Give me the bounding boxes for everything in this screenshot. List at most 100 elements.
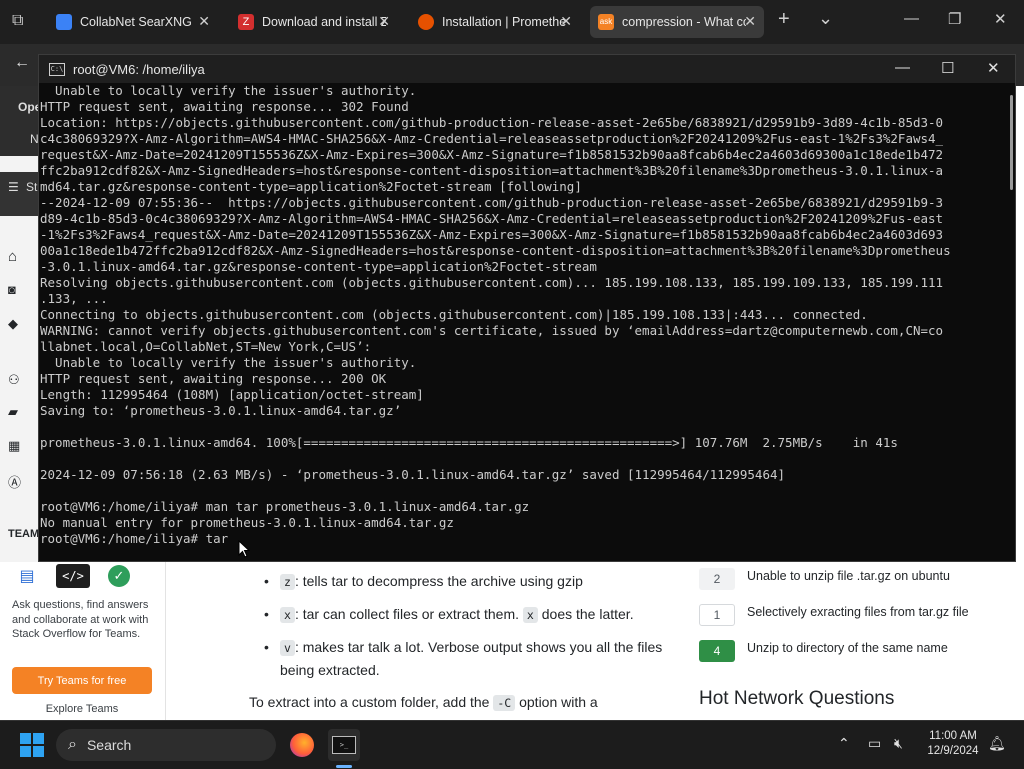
maximize-icon[interactable]: ☐	[941, 59, 954, 77]
terminal-icon: C:\	[49, 62, 65, 76]
related-item[interactable]: 4 Unzip to directory of the same name	[699, 640, 999, 676]
users-icon[interactable]: ⚇	[8, 372, 20, 388]
terminal-line: Saving to: ‘prometheus-3.0.1.linux-amd64…	[40, 403, 402, 418]
network-icon[interactable]: ▭	[868, 735, 881, 752]
hamburger-icon[interactable]: ☰	[8, 180, 19, 194]
windows-start-icon[interactable]	[20, 733, 44, 757]
prometheus-favicon-icon	[418, 14, 434, 30]
terminal-line: Resolving objects.githubusercontent.com …	[40, 275, 944, 290]
bullet-text: : tar can collect files or extract them.	[294, 606, 520, 622]
related-item[interactable]: 2 Unable to unzip file .tar.gz on ubuntu	[699, 568, 999, 604]
bullet-text: : tells tar to decompress the archive us…	[294, 573, 583, 589]
terminal-line: Connecting to objects.githubusercontent.…	[40, 307, 868, 322]
terminal-line: c4c38069329?X-Amz-Algorithm=AWS4-HMAC-SH…	[40, 131, 944, 146]
related-item[interactable]: 1 Selectively exracting files from tar.g…	[699, 604, 999, 640]
minimize-icon[interactable]: —	[904, 10, 919, 27]
related-link[interactable]: Unzip to directory of the same name	[747, 640, 948, 656]
bullet-text: : makes tar talk a lot. Verbose output s…	[280, 639, 663, 678]
tab-installation-prometheus[interactable]: Installation | Promethe ✕	[410, 6, 580, 38]
terminal-title: root@VM6: /home/iliya	[73, 61, 205, 77]
tab-title: CollabNet SearXNG	[80, 15, 192, 29]
inline-code: v	[280, 640, 295, 656]
extract-paragraph: To extract into a custom folder, add the…	[249, 694, 598, 711]
answer-count-badge: 2	[699, 568, 735, 590]
close-window-icon[interactable]: ✕	[994, 10, 1007, 28]
terminal-line: HTTP request sent, awaiting response... …	[40, 371, 387, 386]
taskbar: ⌕ Search >_ ⌃ ▭ 🔇︎ 11:00 AM 12/9/2024 🔔︎	[0, 720, 1024, 769]
terminal-line: .133, ...	[40, 291, 108, 306]
left-labels: Ope N ☰ Stm ⌂ ◙ ◆ ⚇ ▰ ▦ Ⓐ TEAM	[0, 86, 47, 562]
terminal-line: llabnet.local,O=CollabNet,ST=New York,C=…	[40, 339, 372, 354]
companies-icon[interactable]: ▦	[8, 438, 20, 454]
hot-network-heading: Hot Network Questions	[699, 688, 895, 709]
system-clock[interactable]: 11:00 AM 12/9/2024	[918, 729, 988, 759]
tab-compression[interactable]: ask compression - What co ✕	[590, 6, 764, 38]
close-icon[interactable]: ✕	[744, 13, 756, 30]
minimize-icon[interactable]: —	[895, 59, 910, 76]
chevron-up-icon[interactable]: ⌃	[838, 735, 850, 752]
terminal-scrollbar[interactable]	[1010, 95, 1013, 190]
explore-teams-link[interactable]: Explore Teams	[12, 703, 152, 715]
terminal-line: 2024-12-09 07:56:18 (2.63 MB/s) - ‘prome…	[40, 467, 786, 482]
terminal-line: HTTP request sent, awaiting response... …	[40, 99, 409, 114]
tab-download-install[interactable]: Z Download and install Z ✕	[230, 6, 398, 38]
terminal-line: md64.tar.gz&response-content-type=applic…	[40, 179, 582, 194]
paragraph-text: option with a	[519, 694, 598, 710]
terminal-title-bar[interactable]: C:\ root@VM6: /home/iliya — ☐ ✕	[39, 55, 1015, 83]
check-icon: ✓	[102, 564, 136, 588]
clock-time: 11:00 AM	[929, 730, 977, 742]
try-teams-button[interactable]: Try Teams for free	[12, 667, 152, 694]
terminal-output[interactable]: Unable to locally verify the issuer's au…	[39, 83, 1007, 561]
firefox-icon[interactable]	[286, 729, 318, 761]
teams-label: TEAM	[8, 528, 40, 540]
close-icon[interactable]: ✕	[987, 59, 1000, 77]
searxng-favicon-icon	[56, 14, 72, 30]
terminal-line: root@VM6:/home/iliya# tar	[40, 531, 229, 546]
answer-count-badge: 1	[699, 604, 735, 626]
chat-icon: ▤	[19, 568, 35, 585]
tab-title: Installation | Promethe	[442, 15, 566, 29]
tab-searxng[interactable]: CollabNet SearXNG ✕	[48, 6, 218, 38]
terminal-line: Unable to locally verify the issuer's au…	[40, 83, 417, 98]
zabbix-favicon-icon: Z	[238, 14, 254, 30]
terminal-line: -3.0.1.linux-amd64.tar.gz&response-conte…	[40, 259, 597, 274]
tags-icon[interactable]: ◆	[8, 316, 18, 332]
terminal-taskbar-icon[interactable]: >_	[328, 729, 360, 761]
new-tab-button[interactable]: +	[778, 8, 790, 31]
related-questions: 2 Unable to unzip file .tar.gz on ubuntu…	[699, 568, 999, 676]
list-item: x: tar can collect files or extract them…	[262, 603, 682, 626]
list-item: v: makes tar talk a lot. Verbose output …	[262, 636, 682, 681]
search-icon: ⌕	[68, 736, 77, 753]
inline-code: -C	[493, 695, 516, 711]
inline-code: z	[280, 574, 295, 590]
tab-actions-icon[interactable]: ⧉	[12, 12, 23, 30]
terminal-line: No manual entry for prometheus-3.0.1.lin…	[40, 515, 454, 530]
jobs-icon[interactable]: ▰	[8, 404, 18, 420]
maximize-icon[interactable]: ❐	[948, 10, 961, 28]
taskbar-search[interactable]: ⌕ Search	[56, 729, 276, 761]
code-icon: </>	[56, 564, 90, 588]
related-link[interactable]: Selectively exracting files from tar.gz …	[747, 604, 969, 620]
tab-title: compression - What co	[622, 15, 746, 29]
browser-tab-bar: ⧉ CollabNet SearXNG ✕ Z Download and ins…	[0, 0, 1024, 44]
terminal-line: WARNING: cannot verify objects.githubuse…	[40, 323, 944, 338]
close-icon[interactable]: ✕	[198, 13, 210, 30]
terminal-line: Length: 112995464 (108M) [application/oc…	[40, 387, 424, 402]
terminal-line: 00a1c18ede1b472ffc2ba912cdf82&X-Amz-Sign…	[40, 243, 951, 258]
about-icon[interactable]: Ⓐ	[8, 472, 21, 491]
related-link[interactable]: Unable to unzip file .tar.gz on ubuntu	[747, 568, 950, 584]
clock-date: 12/9/2024	[927, 745, 979, 757]
volume-muted-icon[interactable]: 🔇︎	[894, 735, 903, 752]
back-arrow-icon[interactable]: ←	[14, 54, 30, 72]
terminal-line: root@VM6:/home/iliya# man tar prometheus…	[40, 499, 530, 514]
notification-bell-icon[interactable]: 🔔︎	[988, 735, 1006, 752]
home-icon[interactable]: ⌂	[8, 248, 17, 265]
tab-list-button[interactable]: ⌄	[818, 8, 833, 29]
close-icon[interactable]: ✕	[560, 13, 572, 30]
questions-icon[interactable]: ◙	[8, 282, 16, 297]
terminal-window[interactable]: C:\ root@VM6: /home/iliya — ☐ ✕ Unable t…	[38, 54, 1016, 562]
close-icon[interactable]: ✕	[378, 13, 390, 30]
